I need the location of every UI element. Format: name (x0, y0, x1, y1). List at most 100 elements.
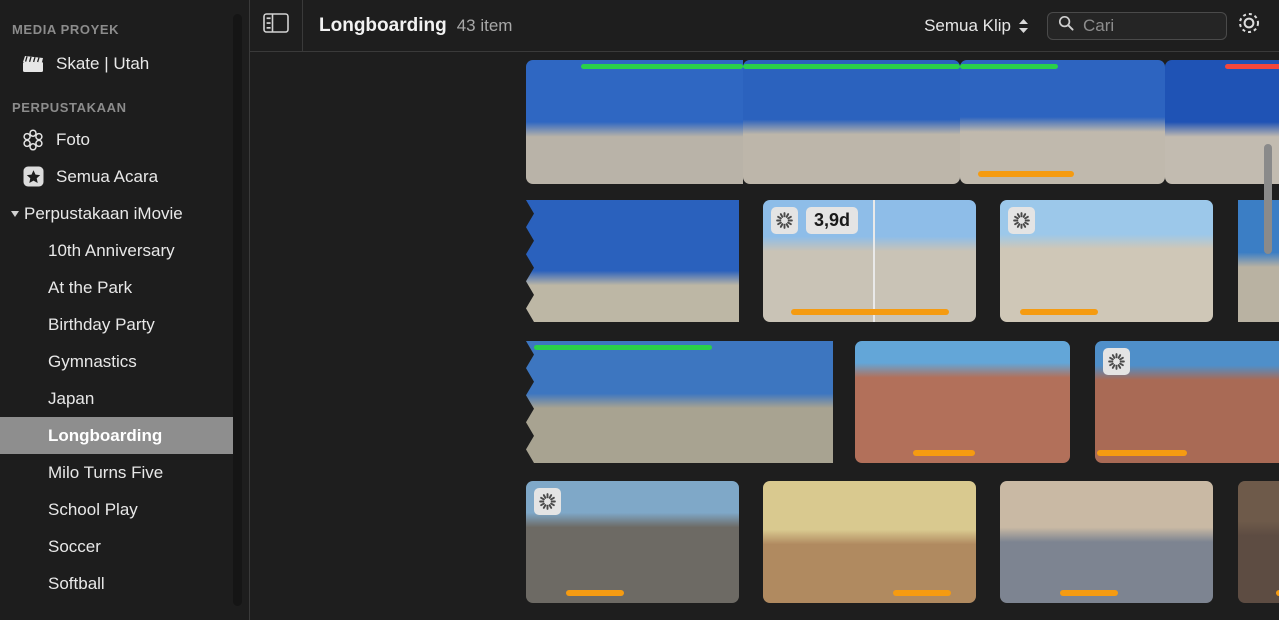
clip-thumbnail-image (1165, 60, 1279, 184)
clip-filter-label: Semua Klip (924, 15, 1011, 35)
sidebar-item-japan[interactable]: Japan (0, 380, 250, 417)
main-panel: Longboarding 43 item Semua Klip Cari 3,9… (250, 0, 1279, 620)
sidebar-item-label: Gymnastics (48, 351, 137, 371)
sidebar-item-birthday-party[interactable]: Birthday Party (0, 306, 250, 343)
clip-thumbnail-image (763, 481, 976, 603)
clip-analysis-progress-bar (978, 171, 1074, 177)
clip-4-a[interactable] (526, 481, 739, 603)
clip-analysis-progress-bar (1097, 450, 1187, 456)
sidebar-scrollbar[interactable] (233, 14, 242, 606)
media-browser[interactable]: 3,9d (250, 52, 1279, 620)
clip-4-d[interactable] (1238, 481, 1279, 603)
sidebar-section-title-project-media: MEDIA PROYEK (12, 22, 120, 37)
sidebar-item-label: Birthday Party (48, 314, 155, 334)
analyzing-spinner-icon (534, 488, 561, 515)
clip-4-c[interactable] (1000, 481, 1213, 603)
search-field[interactable]: Cari (1047, 11, 1227, 40)
clip-analysis-progress-bar (1020, 309, 1098, 315)
analyzing-spinner-icon (1008, 207, 1035, 234)
gear-icon (1236, 10, 1262, 41)
clapperboard-icon (18, 54, 48, 74)
clip-1-b[interactable] (743, 60, 960, 184)
clip-analysis-progress-bar (566, 590, 624, 596)
sidebar-item-label: Skate | Utah (56, 53, 150, 73)
sidebar-item-foto[interactable]: Foto (0, 121, 250, 158)
search-icon (1058, 15, 1074, 36)
clip-3-a[interactable] (526, 341, 833, 463)
item-count-label: 43 item (456, 15, 513, 35)
clip-analysis-progress-bar (791, 309, 949, 315)
up-down-chevron-icon[interactable] (1018, 18, 1029, 34)
page-title: Longboarding (319, 14, 447, 36)
sidebar-item-longboarding[interactable]: Longboarding (0, 417, 237, 454)
clip-2-c[interactable] (1000, 200, 1213, 322)
clip-thumbnail-image (743, 60, 960, 184)
clip-split-line (873, 200, 875, 322)
toolbar: Longboarding 43 item Semua Klip Cari (250, 0, 1279, 52)
sidebar-toggle-button[interactable] (250, 0, 302, 52)
sidebar-item-label: 10th Anniversary (48, 240, 175, 260)
sidebar-item-label: Softball (48, 573, 105, 593)
sidebar-item-10th-anniversary[interactable]: 10th Anniversary (0, 232, 250, 269)
clip-2-a[interactable] (526, 200, 739, 322)
clip-analysis-progress-bar (913, 450, 975, 456)
clip-1-a[interactable] (526, 60, 743, 184)
analyzing-spinner-icon (1103, 348, 1130, 375)
clip-analysis-progress-bar (893, 590, 951, 596)
browser-scrollbar[interactable] (1264, 144, 1272, 254)
sidebar-item-label: At the Park (48, 277, 133, 297)
sidebar-item-label: Longboarding (48, 425, 163, 445)
clip-marker-bar-red (1225, 64, 1279, 69)
clip-2-b[interactable]: 3,9d (763, 200, 976, 322)
clip-marker-bar-green (581, 64, 743, 69)
sidebar-item-label: School Play (48, 499, 138, 519)
sidebar-item-softball[interactable]: Softball (0, 565, 250, 602)
sidebar-item-label: Semua Acara (56, 166, 159, 186)
sidebar-toggle-icon (263, 13, 289, 38)
clip-2-d[interactable] (1238, 200, 1279, 322)
clip-1-d[interactable] (1165, 60, 1279, 184)
clip-4-b[interactable] (763, 481, 976, 603)
clip-thumbnail-image (960, 60, 1165, 184)
clip-thumbnail-image (526, 60, 743, 184)
sidebar-item-soccer[interactable]: Soccer (0, 528, 250, 565)
clip-thumbnail-image (1000, 481, 1213, 603)
sidebar: MEDIA PROYEK Skate | Utah PERPUSTAKAAN F… (0, 0, 250, 620)
sidebar-item-label: Foto (56, 129, 91, 149)
sidebar-item-label: Milo Turns Five (48, 462, 164, 482)
disclosure-triangle-icon[interactable] (11, 210, 19, 217)
imovie-window: MEDIA PROYEK Skate | Utah PERPUSTAKAAN F… (0, 0, 1279, 620)
clip-thumbnail-image (526, 341, 833, 463)
sidebar-item-gymnastics[interactable]: Gymnastics (0, 343, 250, 380)
clip-thumbnail-image (855, 341, 1070, 463)
clip-thumbnail-image (526, 200, 739, 322)
clip-thumbnail-image (1238, 200, 1279, 322)
sidebar-item-school-play[interactable]: School Play (0, 491, 250, 528)
star-square-icon (18, 165, 48, 188)
clip-marker-bar-green (960, 64, 1058, 69)
clip-thumbnail-image (1238, 481, 1279, 603)
search-input[interactable]: Cari (1083, 16, 1114, 36)
sidebar-item-skate-utah[interactable]: Skate | Utah (0, 45, 250, 82)
clip-marker-bar-green (743, 64, 960, 69)
sidebar-item-milo-turns-five[interactable]: Milo Turns Five (0, 454, 250, 491)
sidebar-item-label: Japan (48, 388, 95, 408)
clip-marker-bar-green (534, 345, 712, 350)
clip-filter-popup[interactable]: Semua Klip (924, 16, 1029, 36)
toolbar-divider (302, 0, 303, 52)
clip-3-c[interactable] (1095, 341, 1279, 463)
clip-analysis-progress-bar (1060, 590, 1118, 596)
analyzing-spinner-icon (771, 207, 798, 234)
settings-button[interactable] (1227, 0, 1271, 52)
toolbar-right-controls: Semua Klip Cari (924, 0, 1279, 52)
sidebar-item-label: Soccer (48, 536, 101, 556)
sidebar-group-label: Perpustakaan iMovie (24, 203, 183, 223)
clip-duration-badge: 3,9d (806, 207, 859, 234)
sidebar-section-title-libraries: PERPUSTAKAAN (12, 100, 127, 115)
photos-flower-icon (18, 128, 48, 152)
sidebar-group-perpustakaan-imovie[interactable]: Perpustakaan iMovie (0, 195, 250, 232)
clip-1-c[interactable] (960, 60, 1165, 184)
clip-3-b[interactable] (855, 341, 1070, 463)
sidebar-item-at-the-park[interactable]: At the Park (0, 269, 250, 306)
sidebar-item-semua-acara[interactable]: Semua Acara (0, 158, 250, 195)
